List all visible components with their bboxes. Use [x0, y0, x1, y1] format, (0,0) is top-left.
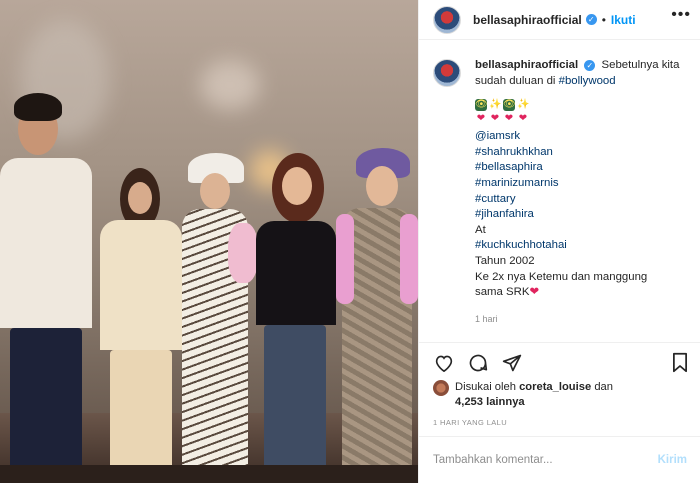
hashtag-link[interactable]: #cuttary: [475, 192, 693, 208]
emoji-heart-icon: ❤: [490, 113, 500, 125]
caption-line: sama SRK: [475, 286, 530, 299]
post-details-panel: bellasaphiraofficial ✓ • Ikuti ••• bella…: [418, 0, 700, 483]
person-1: [0, 83, 100, 483]
likes-count[interactable]: 4,253 lainnya: [455, 396, 525, 408]
caption-line: Tahun 2002: [475, 254, 535, 267]
caption-timestamp[interactable]: 1 hari: [475, 314, 498, 324]
likes-prefix: Disukai oleh: [455, 381, 516, 393]
avatar[interactable]: [433, 5, 461, 34]
header-username[interactable]: bellasaphiraofficial: [473, 13, 582, 27]
mention-link[interactable]: @iamsrk: [475, 129, 693, 145]
caption-line: Ke 2x nya Ketemu dan manggung: [475, 270, 648, 283]
person-3: [178, 153, 258, 483]
person-2: [96, 168, 186, 483]
more-icon[interactable]: •••: [671, 6, 691, 24]
post-header: bellasaphiraofficial ✓ • Ikuti •••: [419, 0, 700, 40]
liker-username[interactable]: coreta_louise: [519, 381, 591, 393]
hashtag-link[interactable]: #marinizumarnis: [475, 176, 693, 192]
caption-line: At: [475, 223, 486, 236]
emoji-eye-icon: 👁: [475, 99, 488, 112]
stage-light: [200, 60, 260, 110]
caption-line: Sebetulnya kita: [601, 59, 680, 71]
comment-icon[interactable]: [467, 352, 489, 374]
likes-text: Disukai oleh coreta_louise dan 4,253 lai…: [455, 380, 613, 410]
emoji-heart-icon: ❤: [518, 113, 528, 125]
emoji-row: 👁 ✨ 👁 ✨: [475, 99, 693, 112]
share-icon[interactable]: [501, 352, 523, 374]
post-photo[interactable]: [0, 0, 418, 483]
caption-line: sudah duluan di: [475, 74, 556, 87]
stage-edge: [0, 465, 418, 483]
hashtag-link[interactable]: #kuchkuchhotahai: [475, 238, 693, 254]
verified-icon: ✓: [585, 14, 597, 25]
hashtag-link[interactable]: #shahrukhkhan: [475, 145, 693, 161]
caption-text: bellasaphiraofficial ✓ Sebetulnya kita s…: [475, 58, 693, 301]
caption-username[interactable]: bellasaphiraofficial: [475, 59, 578, 71]
person-4: [250, 153, 342, 483]
emoji-heart-icon: ❤: [529, 286, 539, 299]
likes-summary: Disukai oleh coreta_louise dan 4,253 lai…: [433, 380, 613, 410]
send-button[interactable]: Kirim: [658, 454, 687, 466]
hashtag-link[interactable]: #bellasaphira: [475, 160, 693, 176]
emoji-sparkle-icon: ✨: [489, 99, 502, 111]
emoji-heart-icon: ❤: [476, 113, 486, 125]
emoji-row: ❤ ❤ ❤ ❤: [475, 113, 693, 125]
hashtag-link[interactable]: #bollywood: [559, 75, 616, 87]
bookmark-icon[interactable]: [671, 352, 689, 378]
emoji-eye-icon: 👁: [503, 99, 516, 112]
hashtag-link[interactable]: #jihanfahira: [475, 207, 693, 223]
heart-icon[interactable]: [433, 352, 455, 374]
emoji-heart-icon: ❤: [504, 113, 514, 125]
liker-avatar[interactable]: [433, 380, 449, 396]
verified-icon: ✓: [584, 60, 596, 71]
comment-bar: Kirim: [419, 436, 700, 483]
person-5: [336, 148, 418, 483]
post-timestamp[interactable]: 1 HARI YANG LALU: [433, 418, 507, 427]
follow-button[interactable]: Ikuti: [611, 13, 636, 27]
caption-avatar[interactable]: [433, 59, 461, 87]
emoji-sparkle-icon: ✨: [517, 99, 530, 111]
action-bar: [419, 342, 700, 382]
separator-dot: •: [601, 12, 606, 27]
likes-conj: dan: [594, 381, 613, 393]
caption: bellasaphiraofficial ✓ Sebetulnya kita s…: [433, 58, 693, 301]
comment-input[interactable]: [433, 454, 633, 466]
